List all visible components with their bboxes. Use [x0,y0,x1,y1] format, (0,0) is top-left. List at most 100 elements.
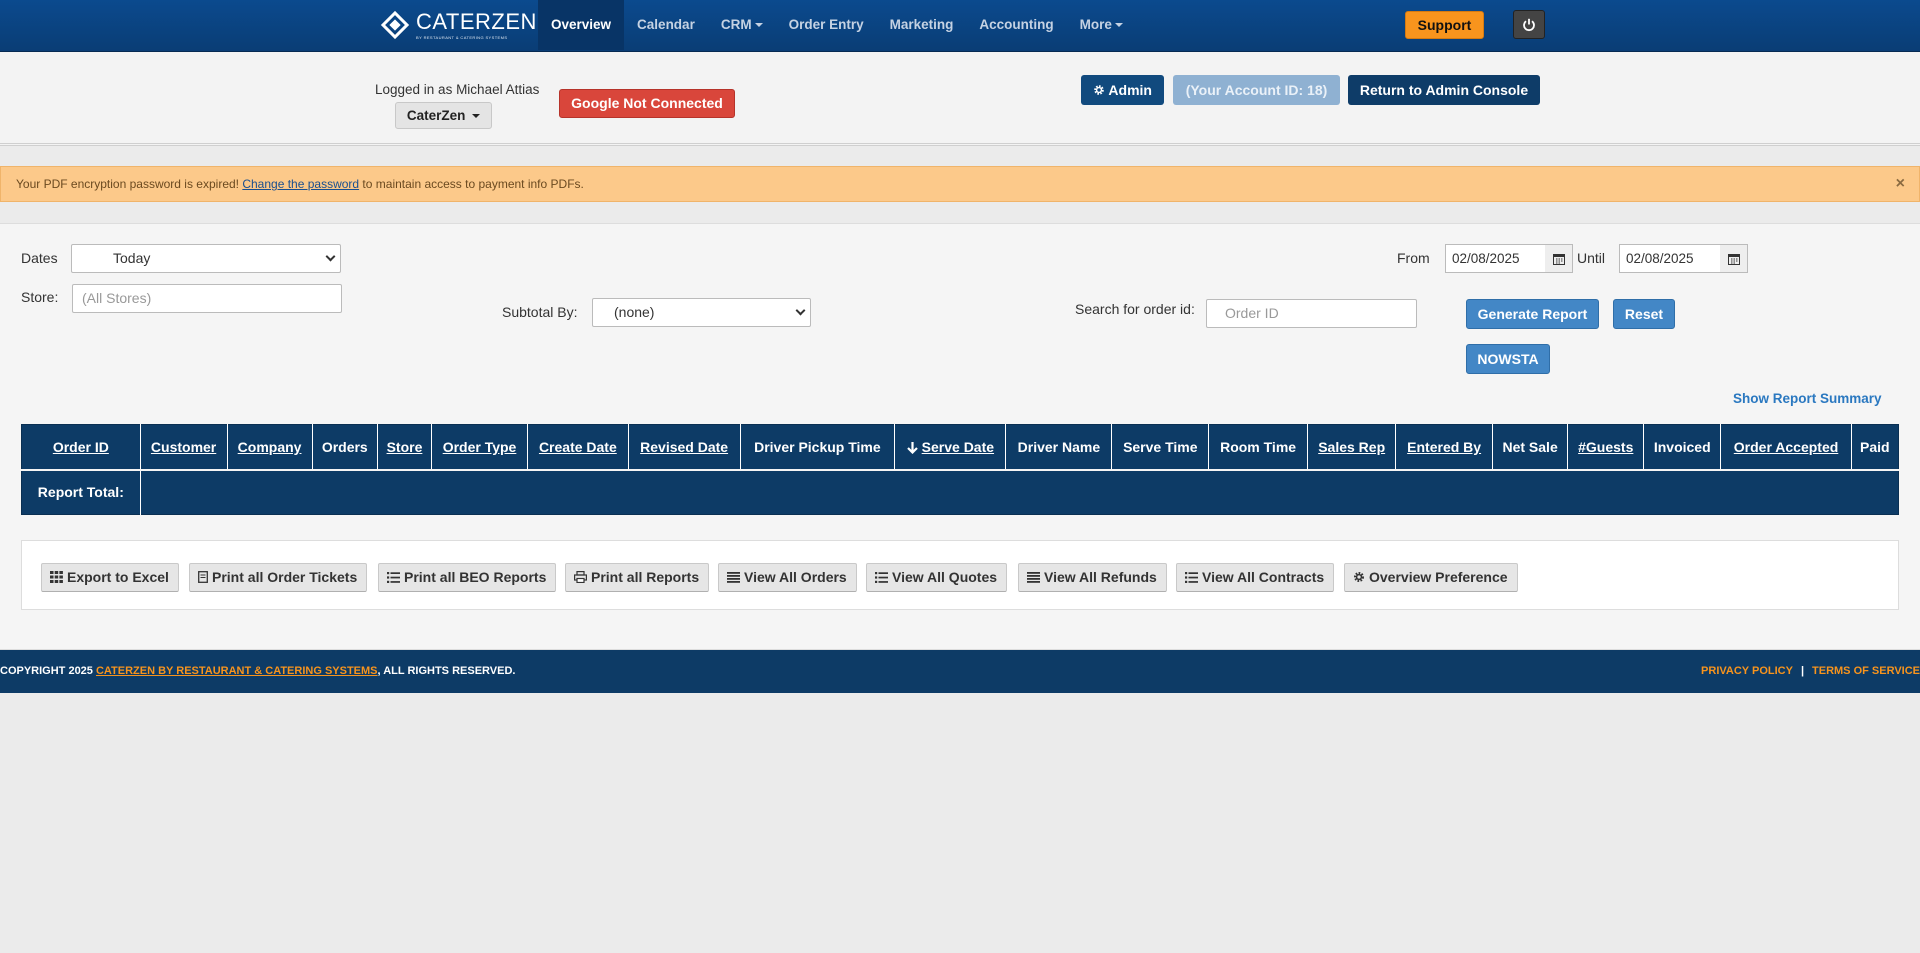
copyright: COPYRIGHT 2025 CATERZEN BY RESTAURANT & … [0,665,516,677]
view-all-contracts-button[interactable]: View All Contracts [1176,563,1335,592]
col-order-accepted[interactable]: Order Accepted [1720,424,1852,471]
caret-down-icon [1114,23,1123,28]
alert-text-before: Your PDF encryption password is expired! [16,177,243,191]
change-password-link[interactable]: Change the password [242,177,359,191]
sort-down-icon [906,442,918,455]
export-excel-button[interactable]: Export to Excel [41,563,179,592]
col-entered-by[interactable]: Entered By [1395,424,1493,471]
tenant-dropdown[interactable]: CaterZen [395,102,492,129]
col-order-id[interactable]: Order ID [21,424,141,471]
from-date-input[interactable]: 02/08/2025 [1445,244,1546,273]
col-orders: Orders [312,424,378,471]
lines-icon [727,572,740,583]
support-button[interactable]: Support [1405,11,1484,39]
col-guests[interactable]: #Guests [1567,424,1645,471]
col-revised-date[interactable]: Revised Date [628,424,741,471]
generate-report-button[interactable]: Generate Report [1466,299,1599,329]
until-calendar-button[interactable] [1720,244,1748,273]
print-order-tickets-button[interactable]: Print all Order Tickets [189,563,368,592]
nav-calendar[interactable]: Calendar [624,0,708,50]
caret-down-icon [754,23,763,28]
from-label: From [1397,250,1430,266]
logout-button[interactable] [1513,10,1545,39]
nav-marketing[interactable]: Marketing [877,0,967,50]
col-driver-pickup-time: Driver Pickup Time [740,424,896,471]
subtotal-label: Subtotal By: [502,304,578,320]
table-total-row: Report Total: [21,469,1899,515]
col-customer[interactable]: Customer [140,424,228,471]
nowsta-button[interactable]: NOWSTA [1466,344,1550,374]
report-table: Order ID Customer Company Orders Store O… [21,424,1899,515]
grid-icon [50,571,63,583]
footer-links: PRIVACY POLICY | TERMS OF SERVICE [1701,650,1920,693]
until-label: Until [1577,250,1606,266]
col-store[interactable]: Store [377,424,433,471]
footer: COPYRIGHT 2025 CATERZEN BY RESTAURANT & … [0,650,1920,693]
gear-icon [1094,85,1104,95]
col-serve-time: Serve Time [1111,424,1210,471]
logo-name: CATERZEN [416,8,537,34]
privacy-policy-link[interactable]: PRIVACY POLICY [1701,665,1793,677]
report-total-value [140,470,1898,515]
show-report-summary-link[interactable]: Show Report Summary [1733,391,1882,406]
return-admin-console-button[interactable]: Return to Admin Console [1348,75,1540,105]
dates-label: Dates [21,250,58,266]
caterzen-logo[interactable]: CATERZEN By RESTAURANT & CATERING SYSTEM… [380,8,537,42]
chevron-down-icon [325,251,336,262]
top-navbar: CATERZEN By RESTAURANT & CATERING SYSTEM… [0,0,1920,52]
col-create-date[interactable]: Create Date [527,424,629,471]
google-connect-button[interactable]: Google Not Connected [559,89,735,118]
nav-overview[interactable]: Overview [538,0,625,50]
nav-more[interactable]: More [1067,0,1136,50]
reset-button[interactable]: Reset [1613,299,1675,329]
alert-text-after: to maintain access to payment info PDFs. [359,177,584,191]
view-all-refunds-button[interactable]: View All Refunds [1018,563,1167,592]
list-icon [387,572,400,583]
order-id-input[interactable]: Order ID [1206,299,1417,328]
nav-accounting[interactable]: Accounting [966,0,1066,50]
col-sales-rep[interactable]: Sales Rep [1307,424,1397,471]
caterzen-company-link[interactable]: CATERZEN BY RESTAURANT & CATERING SYSTEM… [96,665,378,677]
gear-icon [1354,572,1364,582]
close-icon[interactable]: × [1896,167,1905,201]
actions-bar: Export to Excel Print all Order Tickets … [21,540,1899,610]
list-icon [875,572,888,583]
account-id-badge: (Your Account ID: 18) [1173,75,1340,105]
view-all-quotes-button[interactable]: View All Quotes [866,563,1008,592]
logo-subtitle: By RESTAURANT & CATERING SYSTEMS [416,34,508,40]
admin-button[interactable]: Admin [1081,75,1164,105]
col-paid: Paid [1851,424,1899,471]
store-input[interactable]: (All Stores) [72,284,342,313]
col-order-type[interactable]: Order Type [431,424,529,471]
col-invoiced: Invoiced [1643,424,1722,471]
pdf-password-alert: Your PDF encryption password is expired!… [0,166,1920,202]
overview-preference-button[interactable]: Overview Preference [1344,563,1518,592]
list-icon [1185,572,1198,583]
col-serve-date[interactable]: Serve Date [894,424,1007,471]
dates-select[interactable]: Today [71,244,341,273]
nav-crm[interactable]: CRM [708,0,776,50]
table-header-row: Order ID Customer Company Orders Store O… [21,424,1899,471]
until-date-input[interactable]: 02/08/2025 [1619,244,1721,273]
print-icon [574,571,587,583]
main-nav: Overview Calendar CRM Order Entry Market… [538,0,1136,50]
col-driver-name: Driver Name [1005,424,1113,471]
subtotal-select[interactable]: (none) [592,298,811,327]
lines-icon [1027,572,1040,583]
print-all-reports-button[interactable]: Print all Reports [565,563,710,592]
calendar-icon [1553,254,1565,265]
view-all-orders-button[interactable]: View All Orders [718,563,857,592]
col-room-time: Room Time [1208,424,1308,471]
col-company[interactable]: Company [227,424,313,471]
from-calendar-button[interactable] [1545,244,1573,273]
nav-order-entry[interactable]: Order Entry [776,0,877,50]
terms-of-service-link[interactable]: TERMS OF SERVICE [1812,665,1920,677]
caret-down-icon [472,114,481,119]
print-beo-reports-button[interactable]: Print all BEO Reports [378,563,557,592]
chevron-down-icon [795,305,806,316]
report-total-label: Report Total: [21,469,141,515]
logo-diamond-icon [380,10,410,40]
user-bar: Logged in as Michael Attias CaterZen [0,52,1920,146]
search-order-label: Search for order id: [1075,301,1195,317]
power-icon [1523,18,1535,32]
